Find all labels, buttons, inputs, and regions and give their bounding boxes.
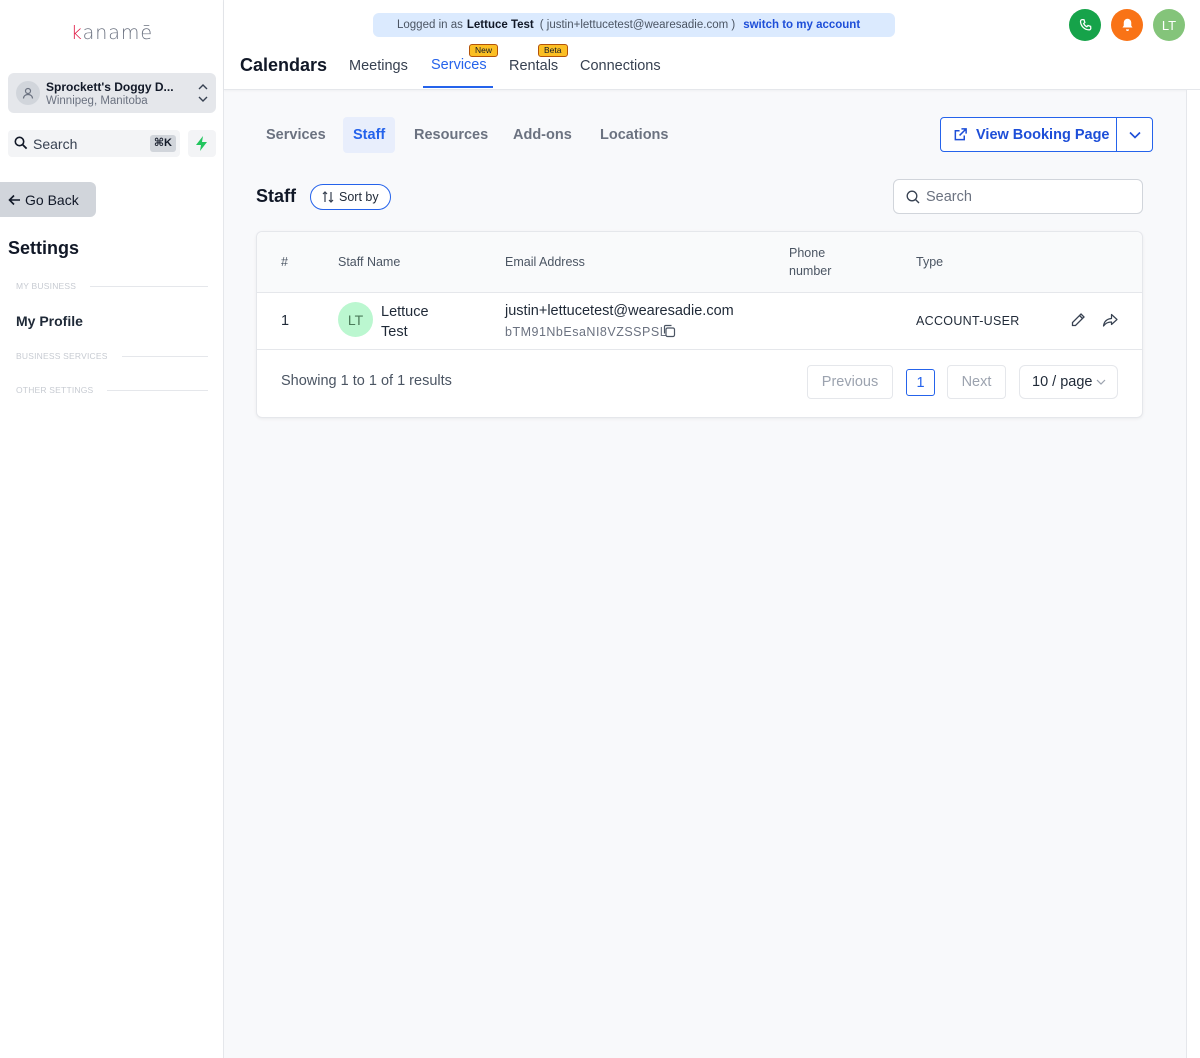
arrow-left-icon — [8, 194, 20, 205]
settings-heading: Settings — [8, 238, 80, 258]
subtab-locations[interactable]: Locations — [590, 117, 678, 153]
copy-icon[interactable] — [662, 324, 676, 338]
user-avatar[interactable]: LT — [1153, 9, 1185, 41]
chevron-down-icon — [1128, 131, 1141, 139]
notifications-button[interactable] — [1111, 9, 1143, 41]
previous-page-button[interactable]: Previous — [807, 365, 893, 399]
search-icon — [906, 190, 920, 204]
staff-search-input[interactable]: Search — [893, 179, 1143, 214]
business-avatar-icon — [16, 81, 40, 105]
sort-icon — [322, 191, 334, 203]
staff-avatar: LT — [338, 302, 373, 337]
staff-type: ACCOUNT-USER — [916, 314, 1020, 328]
view-booking-page-button[interactable]: View Booking Page — [941, 118, 1117, 151]
subtab-staff[interactable]: Staff — [343, 117, 396, 153]
column-phone: Phone number — [789, 246, 832, 278]
scrollbar[interactable] — [1186, 90, 1200, 1058]
staff-heading: Staff — [256, 186, 296, 206]
edit-pencil-icon[interactable] — [1070, 312, 1086, 328]
booking-page-dropdown-button[interactable] — [1117, 118, 1152, 151]
subtab-add-ons[interactable]: Add-ons — [503, 117, 582, 153]
switch-account-link[interactable]: switch to my account — [743, 19, 860, 31]
impersonation-banner: Logged in as Lettuce Test ( justin+lettu… — [373, 13, 895, 37]
next-page-button[interactable]: Next — [947, 365, 1006, 399]
logged-in-email: ( justin+lettucetest@wearesadie.com ) — [539, 19, 736, 31]
business-name: Sprockett's Doggy D... — [46, 80, 174, 94]
section-my-business: MY BUSINESS — [16, 281, 208, 291]
tab-services[interactable]: Services — [431, 57, 487, 73]
column-type: Type — [916, 255, 944, 269]
bell-icon — [1122, 18, 1132, 31]
table-header: # Staff Name Email Address Phone number … — [257, 232, 1142, 293]
sidebar-search[interactable]: Search ⌘K — [8, 130, 180, 157]
logged-in-user: Lettuce Test — [466, 19, 534, 31]
staff-email: justin+lettucetest@wearesadie.com — [505, 303, 734, 319]
tab-rentals[interactable]: Rentals — [509, 58, 558, 74]
tab-connections[interactable]: Connections — [580, 58, 661, 74]
table-row[interactable]: 1 LT Lettuce Test justin+lettucetest@wea… — [257, 293, 1142, 350]
go-back-button[interactable]: Go Back — [0, 182, 96, 217]
chevron-up-down-icon — [198, 84, 208, 102]
sidebar-item-my-profile[interactable]: My Profile — [16, 313, 83, 329]
staff-table: # Staff Name Email Address Phone number … — [256, 231, 1143, 418]
quick-actions-button[interactable] — [188, 130, 216, 157]
sort-by-button[interactable]: Sort by — [310, 184, 391, 210]
phone-icon — [1079, 18, 1091, 31]
active-tab-indicator — [423, 86, 493, 88]
beta-badge: Beta — [538, 44, 568, 57]
staff-id-code: bTM91NbEsaNI8VZSSPSL — [505, 325, 668, 339]
subtab-resources[interactable]: Resources — [404, 117, 498, 153]
top-header: Logged in as Lettuce Test ( justin+lettu… — [224, 0, 1200, 90]
page-size-select[interactable]: 10 / page — [1019, 365, 1118, 399]
section-other-settings: OTHER SETTINGS — [16, 385, 208, 395]
column-staff-name: Staff Name — [338, 255, 401, 269]
business-switcher[interactable]: Sprockett's Doggy D... Winnipeg, Manitob… — [8, 73, 216, 113]
new-badge: New — [469, 44, 499, 57]
page-number-1[interactable]: 1 — [906, 369, 935, 396]
search-icon — [14, 136, 28, 150]
section-business-services: BUSINESS SERVICES — [16, 351, 208, 361]
staff-search-placeholder: Search — [926, 189, 972, 205]
sidebar-search-label: Search — [33, 136, 78, 152]
view-booking-page-group: View Booking Page — [940, 117, 1153, 152]
external-link-icon — [954, 128, 967, 141]
chevron-down-icon — [1097, 379, 1106, 385]
tab-meetings[interactable]: Meetings — [349, 58, 408, 74]
row-number: 1 — [281, 313, 290, 329]
bolt-icon — [196, 136, 207, 151]
staff-name: Lettuce Test — [381, 304, 429, 340]
kaname-logo[interactable]: kanamē — [0, 22, 224, 44]
sidebar: kanamē Sprockett's Doggy D... Winnipeg, … — [0, 0, 224, 1058]
phone-button[interactable] — [1069, 9, 1101, 41]
column-email: Email Address — [505, 255, 585, 269]
go-back-label: Go Back — [25, 191, 79, 208]
column-number: # — [281, 255, 288, 269]
page-title: Calendars — [240, 55, 328, 75]
business-location: Winnipeg, Manitoba — [46, 95, 148, 107]
subtab-services[interactable]: Services — [256, 117, 336, 153]
search-shortcut-badge: ⌘K — [149, 135, 176, 152]
results-summary: Showing 1 to 1 of 1 results — [281, 373, 452, 389]
share-icon[interactable] — [1102, 312, 1118, 328]
